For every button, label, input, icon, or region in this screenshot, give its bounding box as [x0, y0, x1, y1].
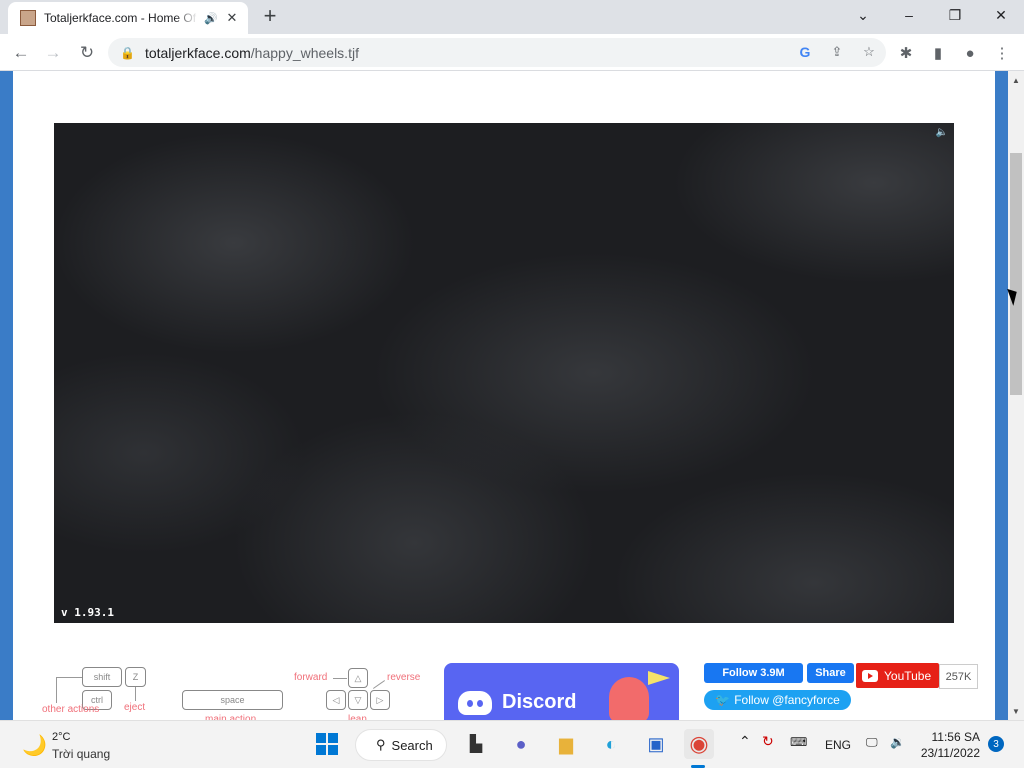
right-border — [995, 71, 1008, 720]
clock-date[interactable]: 23/11/2022 — [920, 746, 980, 760]
clock-time[interactable]: 11:56 SA — [930, 730, 980, 744]
label-forward: forward — [294, 672, 328, 683]
close-window-button[interactable]: ✕ — [978, 0, 1024, 30]
windows-logo-icon — [316, 733, 338, 755]
chat-icon[interactable]: ● — [506, 729, 536, 759]
discord-banner[interactable]: Discord — [444, 663, 679, 723]
key-down: ▽ — [348, 690, 368, 710]
google-lens-icon[interactable]: G — [794, 41, 816, 63]
side-panel-icon[interactable]: ▮ — [925, 40, 951, 66]
key-z: Z — [125, 667, 146, 687]
twitter-label: Follow @fancyforce — [734, 693, 840, 707]
url-path: /happy_wheels.tjf — [250, 44, 359, 61]
chrome-icon[interactable]: ◉ — [684, 729, 714, 759]
tab-title: Totaljerkface.com - Home Of — [44, 11, 197, 25]
key-space: space — [182, 690, 283, 710]
volume-icon[interactable]: 🔉 — [890, 735, 905, 749]
update-icon[interactable]: ↻ — [762, 733, 774, 750]
key-left: ◁ — [326, 690, 346, 710]
weather-desc[interactable]: Trời quang — [52, 747, 110, 761]
scroll-down-arrow[interactable]: ▼ — [1008, 704, 1024, 718]
share-icon[interactable]: ⇪ — [826, 41, 848, 63]
game-version: v 1.93.1 — [61, 606, 114, 619]
youtube-logo-icon — [862, 669, 878, 682]
page-scrollbar[interactable]: ▲ ▼ — [1008, 71, 1024, 720]
youtube-subscribe-button[interactable]: YouTube — [856, 663, 939, 688]
left-border — [0, 71, 13, 720]
search-icon: ⚲ — [376, 737, 386, 752]
discord-label: Discord — [502, 691, 577, 713]
tab-strip: Totaljerkface.com - Home Of 🔊 ✕ + ⌄ – ❐ … — [0, 0, 1024, 34]
taskbar-search[interactable]: ⚲ Search — [355, 729, 447, 761]
facebook-follow-button[interactable]: Follow 3.9M — [704, 663, 803, 683]
game-sound-icon[interactable]: 🔈 — [936, 127, 948, 138]
reload-button[interactable]: ↻ — [74, 40, 100, 66]
mascot-illustration — [609, 677, 649, 723]
page-viewport: 🔈 v 1.93.1 — [0, 71, 1008, 720]
moon-weather-icon[interactable]: 🌙 — [22, 733, 47, 758]
key-up: △ — [348, 668, 368, 688]
minimize-button[interactable]: – — [886, 0, 932, 30]
new-tab-button[interactable]: + — [258, 4, 282, 28]
notification-badge[interactable]: 3 — [988, 736, 1004, 752]
key-shift: shift — [82, 667, 122, 687]
scroll-thumb[interactable] — [1010, 153, 1022, 395]
label-other-actions: other actions — [42, 704, 100, 715]
flag-illustration — [648, 671, 670, 685]
twitter-follow-button[interactable]: 🐦 Follow @fancyforce — [704, 690, 851, 710]
search-label: Search — [391, 737, 433, 753]
scroll-up-arrow[interactable]: ▲ — [1008, 73, 1024, 87]
facebook-share-button[interactable]: Share — [807, 663, 854, 683]
profile-avatar-icon[interactable]: ● — [957, 40, 983, 66]
edge-icon[interactable]: ◐ — [596, 729, 626, 759]
extensions-icon[interactable]: ✱ — [893, 40, 919, 66]
network-icon[interactable]: 🖵 — [866, 735, 878, 750]
tab-audio-icon[interactable]: 🔊 — [204, 12, 218, 25]
browser-tab[interactable]: Totaljerkface.com - Home Of 🔊 ✕ — [8, 2, 248, 34]
menu-icon[interactable]: ⋮ — [989, 40, 1015, 66]
label-reverse: reverse — [387, 672, 421, 683]
file-explorer-icon[interactable]: ▆ — [551, 729, 581, 759]
tab-search-button[interactable]: ⌄ — [840, 0, 886, 30]
browser-toolbar: ← → ↻ 🔒 totaljerkface.com/happy_wheels.t… — [0, 34, 1024, 71]
forward-button[interactable]: → — [40, 40, 66, 66]
youtube-label: YouTube — [884, 668, 932, 683]
url-host: totaljerkface.com — [144, 44, 251, 61]
windows-taskbar: 🌙 2°C Trời quang ⚲ Search ▙ ● ▆ ◐ ▣ ◉ ⌃ … — [0, 720, 1024, 768]
discord-logo-icon — [458, 691, 492, 715]
site-favicon — [20, 10, 36, 26]
tray-overflow-icon[interactable]: ⌃ — [739, 733, 751, 750]
key-right: ▷ — [370, 690, 390, 710]
back-button[interactable]: ← — [8, 40, 34, 66]
task-view-icon[interactable]: ▙ — [461, 729, 491, 759]
address-bar[interactable]: 🔒 totaljerkface.com/happy_wheels.tjf G ⇪… — [108, 38, 886, 67]
store-icon[interactable]: ▣ — [641, 729, 671, 759]
language-indicator[interactable]: ENG — [825, 738, 851, 752]
bookmark-star-icon[interactable]: ☆ — [858, 41, 880, 63]
game-canvas[interactable]: 🔈 v 1.93.1 — [54, 123, 954, 623]
maximize-button[interactable]: ❐ — [932, 0, 978, 30]
youtube-subscriber-count: 257K — [939, 664, 978, 689]
label-eject: eject — [124, 702, 146, 713]
start-button[interactable] — [312, 729, 342, 759]
keyboard-icon[interactable]: ⌨ — [790, 735, 807, 749]
twitter-bird-icon: 🐦 — [715, 693, 731, 707]
tab-close-icon[interactable]: ✕ — [224, 10, 240, 26]
weather-temp[interactable]: 2°C — [52, 731, 70, 743]
lock-icon[interactable]: 🔒 — [120, 46, 135, 60]
